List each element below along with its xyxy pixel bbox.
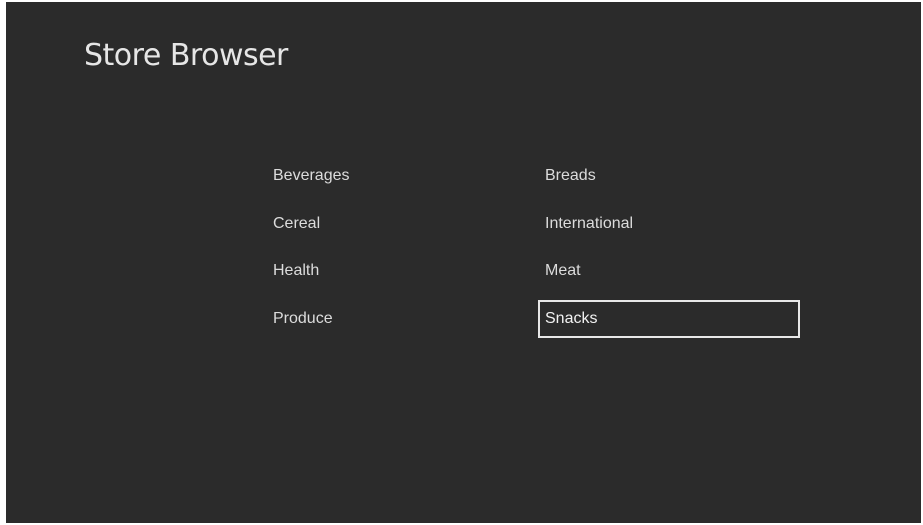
- app-window: Store Browser Beverages Cereal Health Pr…: [6, 2, 921, 523]
- category-international[interactable]: International: [538, 205, 800, 243]
- category-produce[interactable]: Produce: [266, 300, 528, 338]
- category-cereal[interactable]: Cereal: [266, 205, 528, 243]
- page-title: Store Browser: [84, 38, 288, 73]
- category-beverages[interactable]: Beverages: [266, 157, 528, 195]
- category-snacks[interactable]: Snacks: [538, 300, 800, 338]
- category-meat[interactable]: Meat: [538, 252, 800, 290]
- category-health[interactable]: Health: [266, 252, 528, 290]
- category-breads[interactable]: Breads: [538, 157, 800, 195]
